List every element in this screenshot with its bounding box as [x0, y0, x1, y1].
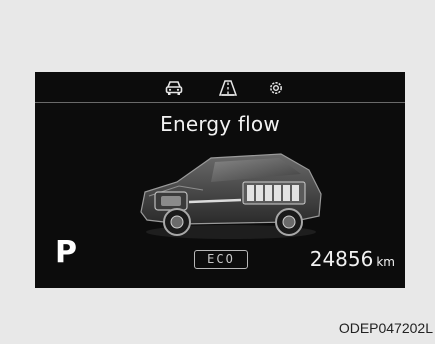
mode-tab-bar [35, 72, 405, 103]
gear-indicator: P [55, 235, 77, 270]
odometer: 24856 km [310, 247, 395, 271]
page: Energy flow P ECO 24856 km ODEP047202L [0, 0, 435, 344]
settings-icon[interactable] [266, 79, 286, 97]
odometer-value: 24856 [309, 247, 374, 271]
instrument-cluster-display: Energy flow P ECO 24856 km [35, 72, 405, 288]
drive-mode-badge: ECO [194, 250, 248, 269]
odometer-unit: km [376, 255, 395, 269]
figure-code: ODEP047202L [338, 320, 433, 336]
screen-title: Energy flow [160, 112, 280, 136]
car-icon[interactable] [164, 79, 184, 97]
energy-flow-car-graphic [131, 142, 331, 242]
road-icon[interactable] [218, 79, 238, 97]
